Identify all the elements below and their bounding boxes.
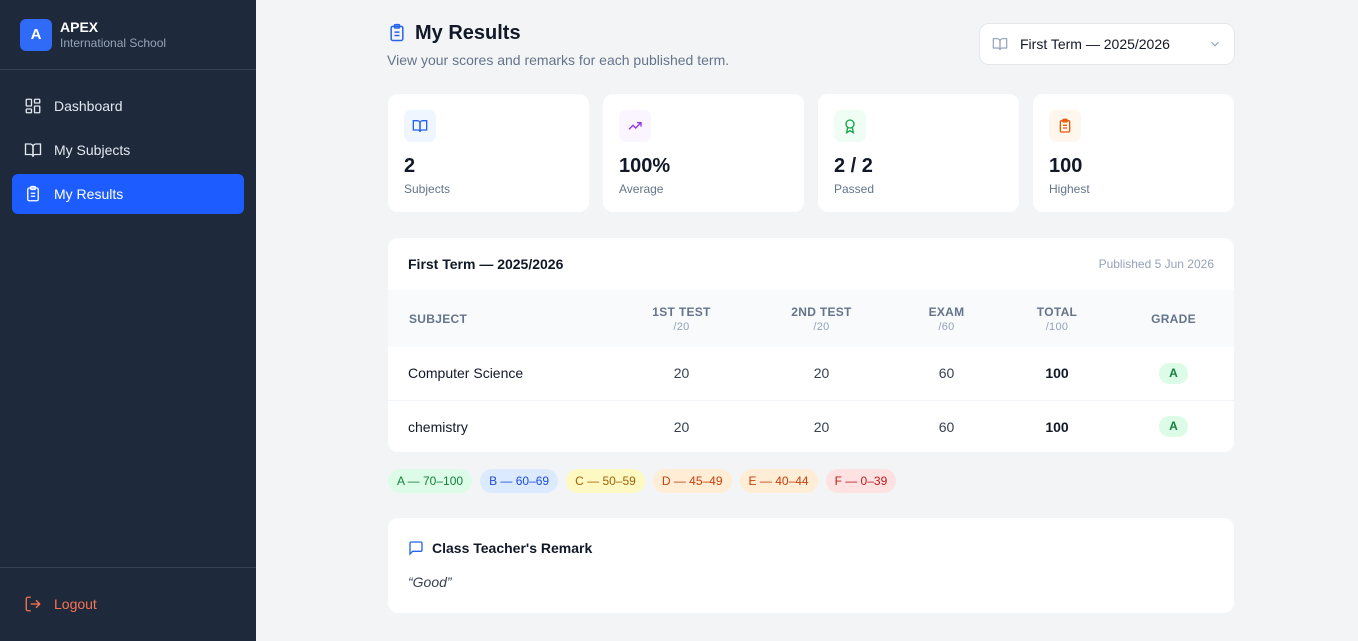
sidebar-nav: Dashboard My Subjects My Results — [0, 70, 256, 214]
results-term-title: First Term — 2025/2026 — [408, 256, 564, 272]
column-header-exam: Exam/60 — [928, 304, 965, 333]
cell-grade: A — [1113, 347, 1234, 400]
book-open-icon — [404, 110, 436, 142]
stat-label: Subjects — [404, 182, 451, 196]
clipboard-icon — [24, 185, 42, 203]
sidebar-item-label: My Subjects — [54, 142, 131, 158]
cell-2nd-test: 20 — [751, 399, 892, 452]
cell-grade: A — [1113, 399, 1234, 452]
results-header: First Term — 2025/2026 Published 5 Jun 2… — [388, 238, 1234, 290]
logout-label: Logout — [54, 596, 97, 612]
stat-value: 100% — [619, 155, 671, 177]
term-select[interactable]: First Term — 2025/2026 — [979, 23, 1235, 65]
main-content: My Results View your scores and remarks … — [256, 0, 1358, 641]
logout-button[interactable]: Logout — [12, 586, 244, 622]
cell-exam: 60 — [892, 399, 1001, 452]
brand: A APEX International School — [0, 0, 256, 70]
stat-label: Highest — [1049, 182, 1090, 196]
clipboard-icon — [387, 23, 407, 43]
stat-card-passed: 2 / 2 Passed — [818, 94, 1019, 212]
stat-value: 2 / 2 — [834, 155, 873, 177]
remark-header: Class Teacher's Remark — [408, 540, 1214, 556]
cell-total: 100 — [1045, 365, 1069, 382]
award-icon — [834, 110, 866, 142]
cell-total: 100 — [1001, 399, 1113, 452]
stat-label: Passed — [834, 182, 875, 196]
sidebar-item-my-results[interactable]: My Results — [12, 174, 244, 214]
sidebar-item-my-subjects[interactable]: My Subjects — [12, 130, 244, 170]
sidebar-item-label: Dashboard — [54, 98, 123, 114]
stat-value: 100 — [1049, 155, 1083, 177]
sidebar-item-dashboard[interactable]: Dashboard — [12, 86, 244, 126]
sidebar: A APEX International School Dashboard My… — [0, 0, 256, 641]
column-header-1st-test: 1st Test/20 — [652, 304, 711, 333]
grade-chip-d: D — 45–49 — [652, 469, 732, 493]
grade-chip-c: C — 50–59 — [566, 469, 645, 493]
grade-chip-b: B — 60–69 — [480, 469, 559, 493]
cell-subject: chemistry — [388, 399, 612, 452]
dashboard-icon — [24, 97, 42, 115]
remark-title: Class Teacher's Remark — [432, 540, 593, 556]
stat-value: 2 — [404, 155, 416, 177]
table-header-row: Subject 1st Test/20 2nd Test/20 Exam/60 … — [388, 290, 1234, 347]
grade-legend: A — 70–100 B — 60–69 C — 50–59 D — 45–49… — [388, 469, 897, 493]
book-open-icon — [992, 36, 1008, 52]
table-row: Computer Science 20 20 60 100 A — [388, 347, 1234, 400]
page-title: My Results — [415, 21, 521, 44]
brand-subtitle: International School — [60, 35, 167, 50]
grade-chip-f: F — 0–39 — [825, 469, 897, 493]
results-card: First Term — 2025/2026 Published 5 Jun 2… — [388, 238, 1234, 452]
book-open-icon — [24, 141, 42, 159]
column-header-grade: Grade — [1151, 311, 1196, 326]
stat-label: Average — [619, 182, 664, 196]
cell-1st-test: 20 — [612, 399, 751, 452]
brand-logo: A — [20, 18, 52, 51]
grade-chip-a: A — 70–100 — [388, 469, 473, 493]
remark-text: “Good” — [408, 574, 452, 590]
column-header-total: Total/100 — [1036, 304, 1078, 333]
message-square-icon — [409, 541, 423, 556]
logout-icon — [24, 595, 42, 613]
grade-badge: A — [1159, 362, 1188, 384]
trending-up-icon — [619, 110, 651, 142]
grade-chip-e: E — 40–44 — [739, 469, 818, 493]
clipboard-icon — [1049, 110, 1081, 142]
stat-card-average: 100% Average — [603, 94, 804, 212]
stats-row: 2 Subjects 100% Average 2 / 2 Passed 100… — [388, 94, 1234, 212]
column-header-subject: Subject — [409, 311, 468, 326]
chevron-down-icon — [1208, 37, 1222, 51]
logout-section: Logout — [0, 567, 256, 641]
results-published-date: Published 5 Jun 2026 — [1098, 257, 1214, 271]
grade-badge: A — [1159, 416, 1188, 438]
teacher-remark-card: Class Teacher's Remark “Good” — [388, 518, 1234, 613]
stat-card-subjects: 2 Subjects — [388, 94, 589, 212]
cell-2nd-test: 20 — [813, 365, 830, 382]
column-header-2nd-test: 2nd Test/20 — [791, 304, 852, 333]
table-row: chemistry 20 20 60 100 A — [388, 399, 1234, 452]
cell-exam: 60 — [938, 365, 955, 382]
term-select-value: First Term — 2025/2026 — [1020, 36, 1170, 52]
sidebar-item-label: My Results — [54, 186, 124, 202]
cell-subject: Computer Science — [408, 365, 524, 382]
brand-name: APEX — [60, 18, 99, 35]
results-table: Subject 1st Test/20 2nd Test/20 Exam/60 … — [388, 290, 1234, 452]
stat-card-highest: 100 Highest — [1033, 94, 1234, 212]
cell-1st-test: 20 — [673, 365, 690, 382]
